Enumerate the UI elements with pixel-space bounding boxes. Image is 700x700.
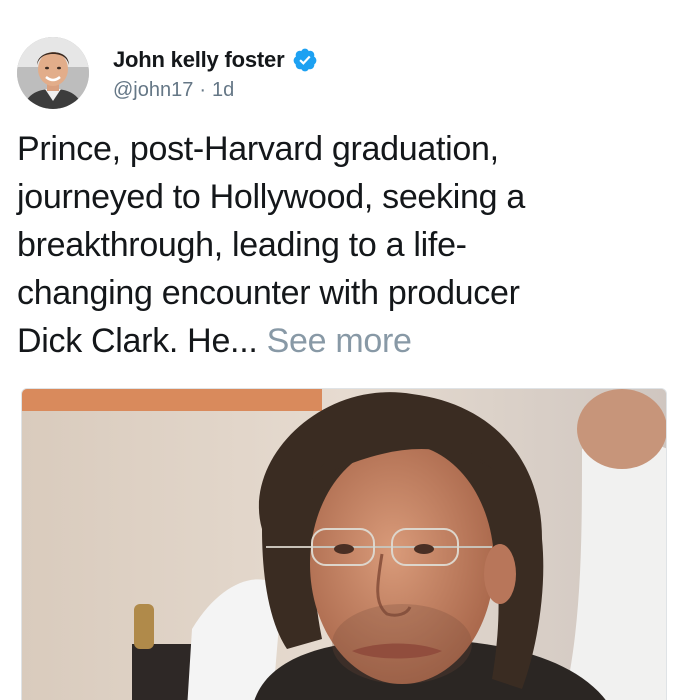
tweet-text-truncated: Dick Clark. He... (17, 322, 258, 360)
verified-badge-icon (292, 47, 318, 73)
author-identity: John kelly foster @john17 · 1d (113, 45, 318, 102)
avatar[interactable] (17, 37, 89, 109)
tweet-card: John kelly foster @john17 · 1d Prince, p… (0, 0, 700, 700)
tweet-text-last-line: Dick Clark. He... See more (17, 317, 667, 365)
tweet-text: Prince, post-Harvard graduation, journey… (17, 125, 667, 365)
meta-separator: · (199, 78, 207, 101)
tweet-text-line: changing encounter with producer (17, 274, 520, 312)
tweet-timestamp[interactable]: 1d (212, 79, 234, 102)
tweet-media[interactable] (21, 388, 667, 700)
tweet-text-line: journeyed to Hollywood, seeking a (17, 178, 525, 216)
photo-of-man-with-glasses-icon (22, 389, 666, 700)
avatar-photo-icon (17, 37, 89, 109)
tweet-text-line: Prince, post-Harvard graduation, (17, 130, 499, 168)
see-more-link[interactable]: See more (267, 322, 412, 360)
author-handle[interactable]: @john17 (113, 79, 193, 102)
meta-row: @john17 · 1d (113, 79, 318, 102)
tweet-header: John kelly foster @john17 · 1d (17, 35, 318, 111)
author-display-name[interactable]: John kelly foster (113, 47, 285, 73)
tweet-text-line: breakthrough, leading to a life- (17, 226, 467, 264)
name-row: John kelly foster (113, 45, 318, 75)
